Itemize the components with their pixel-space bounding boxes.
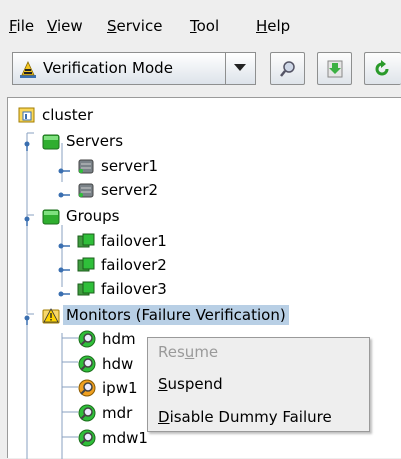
mode-select[interactable]: Verification Mode	[12, 52, 256, 85]
failover-group-icon	[77, 256, 95, 274]
expanded-toggle-icon[interactable]	[23, 211, 35, 226]
warning-folder-icon	[42, 306, 60, 324]
server-icon	[77, 181, 95, 199]
toolbar: Verification Mode	[0, 40, 401, 95]
tree-node-label: hdm	[102, 330, 136, 348]
server-icon	[77, 157, 95, 175]
menu-tool[interactable]: Tool	[190, 16, 219, 36]
chevron-down-icon	[234, 64, 246, 71]
tree-node-label: server1	[101, 157, 159, 175]
menu-help[interactable]: Help	[256, 16, 290, 36]
tree-node-label: failover1	[101, 232, 167, 250]
context-menu-disable-dummy-failure[interactable]: Disable Dummy Failure	[158, 406, 332, 428]
monitor-ok-icon	[78, 355, 96, 373]
toolbar-button-search[interactable]	[270, 52, 305, 85]
monitor-ok-icon	[78, 429, 96, 447]
refresh-icon	[375, 60, 389, 76]
menu-service[interactable]: Service	[107, 16, 162, 36]
tree-node-label: failover3	[101, 280, 167, 298]
cluster-icon	[18, 106, 36, 124]
mode-select-arrow[interactable]	[225, 53, 255, 84]
toolbar-button-refresh[interactable]	[364, 52, 401, 85]
menu-bar: File View Service Tool Help	[0, 0, 401, 40]
tree-node-label: server2	[101, 181, 159, 199]
toolbar-button-download[interactable]	[317, 52, 352, 85]
collapsed-toggle-icon[interactable]	[58, 236, 70, 249]
download-icon	[327, 60, 343, 78]
context-menu: Resume Suspend Disable Dummy Failure	[147, 337, 370, 432]
collapsed-toggle-icon[interactable]	[58, 260, 70, 273]
green-folder-icon	[42, 207, 60, 225]
failover-group-icon	[77, 232, 95, 250]
expanded-toggle-icon[interactable]	[23, 136, 35, 151]
context-menu-resume[interactable]: Resume	[158, 341, 218, 363]
monitor-warning-icon	[78, 379, 96, 397]
menu-file[interactable]: File	[9, 16, 34, 36]
green-folder-icon	[42, 132, 60, 150]
collapsed-toggle-icon[interactable]	[58, 185, 70, 198]
tree-node-label: hdw	[102, 355, 134, 373]
verification-mode-icon	[19, 61, 37, 79]
monitor-ok-icon	[78, 330, 96, 348]
failover-group-icon	[77, 280, 95, 298]
search-icon	[280, 61, 295, 77]
expanded-toggle-icon[interactable]	[23, 310, 35, 325]
collapsed-toggle-icon[interactable]	[58, 284, 70, 297]
tree-node-label: Servers	[66, 132, 124, 150]
menu-view[interactable]: View	[47, 16, 83, 36]
tree-node-label: ipw1	[102, 379, 138, 397]
tree-node-label: cluster	[42, 106, 94, 124]
tree-node-label: Groups	[66, 207, 120, 225]
tree-node-label: failover2	[101, 256, 167, 274]
tree-node-label: mdr	[102, 404, 133, 422]
tree-node-label: Monitors (Failure Verification)	[63, 305, 289, 325]
collapsed-toggle-icon[interactable]	[58, 161, 70, 174]
mode-select-value: Verification Mode	[43, 59, 173, 77]
context-menu-suspend[interactable]: Suspend	[158, 373, 223, 395]
monitor-ok-icon	[78, 404, 96, 422]
tree-node-label: mdw1	[102, 429, 148, 447]
